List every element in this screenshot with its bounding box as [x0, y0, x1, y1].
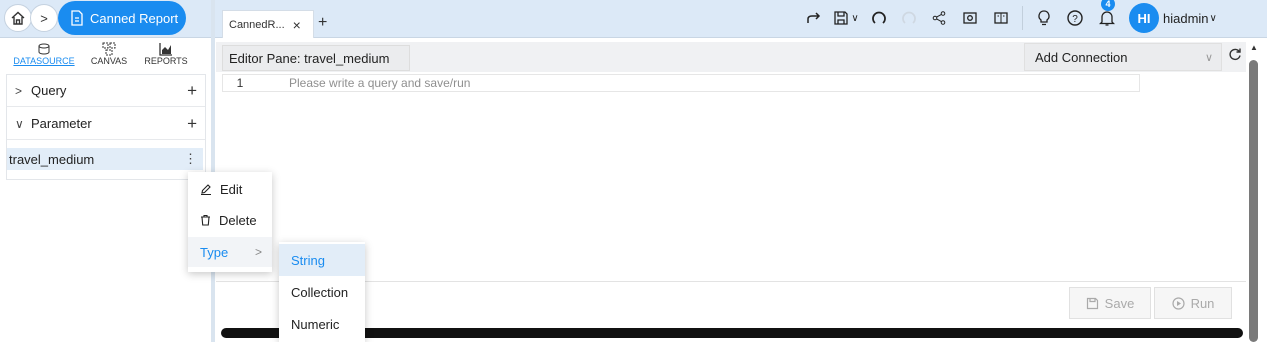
parameter-section[interactable]: ∨ Parameter + [7, 108, 205, 140]
document-icon [71, 10, 83, 26]
nav-datasource[interactable]: DATASOURCE [6, 42, 82, 74]
toolbar: ∨ ? 4 HI hiadmin ∨ [800, 0, 1217, 36]
undo-icon[interactable] [864, 0, 894, 36]
panel-divider[interactable] [211, 0, 215, 342]
connection-select[interactable]: Add Connection ∨ [1024, 43, 1222, 71]
chevron-right-icon: > [15, 83, 23, 98]
editor-title: Editor Pane: travel_medium [222, 45, 410, 71]
save-button[interactable]: Save [1069, 287, 1151, 319]
add-tab-button[interactable]: + [318, 14, 327, 32]
home-button[interactable] [4, 4, 32, 32]
tab-canned-report[interactable]: CannedR... × [222, 10, 314, 38]
scrollbar-thumb[interactable] [1249, 60, 1258, 342]
breadcrumb-separator[interactable]: > [30, 4, 58, 32]
nav-canvas[interactable]: CANVAS [82, 42, 136, 74]
menu-item-delete[interactable]: Delete [188, 205, 272, 235]
type-submenu: String Collection Numeric [279, 242, 365, 342]
chevron-down-icon: ∨ [851, 12, 859, 24]
bulb-icon[interactable] [1029, 0, 1059, 36]
parameter-context-menu: Edit Delete Type > [188, 172, 272, 272]
notifications-button[interactable]: 4 [1091, 0, 1123, 36]
menu-item-type[interactable]: Type > [188, 237, 272, 267]
home-icon [11, 11, 25, 25]
chevron-down-icon: ∨ [1204, 51, 1213, 64]
breadcrumb-current[interactable]: Canned Report [58, 1, 186, 35]
share-icon[interactable] [924, 0, 954, 36]
tab-label: CannedR... [229, 18, 285, 31]
close-icon[interactable]: × [293, 17, 301, 33]
breadcrumb-label: Canned Report [90, 10, 179, 26]
top-bar: > Canned Report CannedR... × + ∨ ? 4 HI … [0, 0, 1267, 38]
username: hiadmin [1163, 10, 1209, 26]
chevron-down-icon: ∨ [15, 116, 24, 131]
more-options-icon[interactable]: ⋮ [184, 151, 197, 167]
redo-icon[interactable] [894, 0, 924, 36]
connection-placeholder: Add Connection [1035, 49, 1128, 65]
trash-icon [201, 214, 210, 226]
parameter-label: Parameter [31, 116, 92, 131]
add-parameter-button[interactable]: + [187, 114, 197, 134]
avatar: HI [1129, 3, 1159, 33]
toolbar-divider [1022, 6, 1023, 30]
editor-footer-divider [216, 281, 1246, 282]
add-query-button[interactable]: + [187, 81, 197, 101]
left-nav: DATASOURCE CANVAS REPORTS [6, 42, 206, 74]
editor-placeholder: Please write a query and save/run [289, 76, 471, 90]
type-option-numeric[interactable]: Numeric [279, 308, 365, 340]
type-option-collection[interactable]: Collection [279, 276, 365, 308]
user-menu[interactable]: HI hiadmin ∨ [1129, 0, 1217, 36]
chevron-right-icon: > [254, 245, 262, 259]
parameter-item-travel-medium[interactable]: travel_medium ⋮ [7, 148, 203, 170]
scroll-up-arrow[interactable]: ▲ [1250, 43, 1258, 52]
parameter-item-label: travel_medium [9, 151, 95, 167]
panel-icon[interactable] [986, 0, 1016, 36]
query-editor-line[interactable]: 1 Please write a query and save/run [222, 74, 1140, 92]
database-icon [38, 43, 50, 55]
menu-item-edit[interactable]: Edit [188, 174, 272, 204]
chevron-down-icon: ∨ [1209, 12, 1217, 24]
run-button[interactable]: Run [1154, 287, 1232, 319]
type-option-string[interactable]: String [279, 244, 365, 276]
horizontal-scrollbar[interactable] [221, 328, 1243, 338]
svg-text:?: ? [1072, 14, 1078, 25]
refresh-icon[interactable] [1228, 47, 1242, 64]
save-dropdown-button[interactable]: ∨ [828, 0, 864, 36]
save-icon [834, 11, 848, 25]
query-label: Query [31, 83, 67, 98]
save-icon [1086, 297, 1098, 309]
help-icon[interactable]: ? [1059, 0, 1091, 36]
nav-reports[interactable]: REPORTS [136, 42, 196, 74]
canvas-icon [102, 42, 116, 56]
play-icon [1171, 296, 1185, 310]
query-section[interactable]: > Query + [7, 75, 205, 107]
chart-icon [159, 43, 172, 56]
screenshot-icon[interactable] [954, 0, 986, 36]
line-number: 1 [236, 76, 244, 90]
share-arrow-icon[interactable] [800, 0, 828, 36]
bell-icon [1099, 11, 1115, 26]
pencil-icon [201, 184, 211, 195]
